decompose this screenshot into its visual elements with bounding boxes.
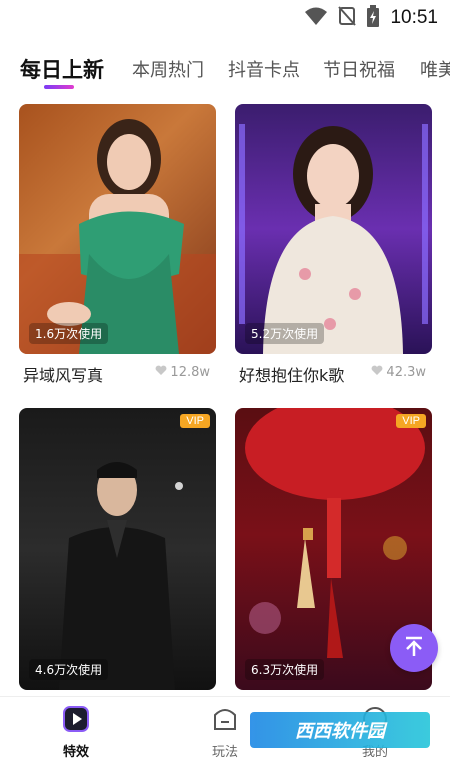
- wifi-icon: [304, 6, 328, 30]
- status-time: 10:51: [390, 7, 438, 28]
- nav-gameplay-label: 玩法: [211, 745, 238, 760]
- smile-box-icon: [211, 709, 239, 737]
- status-bar: 10:51: [0, 0, 450, 36]
- person-photo: [59, 462, 183, 690]
- template-thumbnail[interactable]: VIP 4.6万次使用: [19, 408, 216, 690]
- card-title: 好想抱住你k歌: [239, 366, 345, 385]
- battery-charging-icon: [366, 5, 380, 31]
- back-to-top-button[interactable]: [390, 624, 438, 672]
- site-watermark: 西西软件园: [250, 712, 430, 748]
- usage-count: 6.3万次使用: [245, 659, 325, 680]
- heart-icon: [155, 365, 167, 380]
- signal-off-icon: [338, 6, 357, 30]
- usage-count: 4.6万次使用: [29, 659, 109, 680]
- person-photo: [19, 119, 216, 354]
- like-count-text: 12.8w: [170, 365, 210, 380]
- usage-count: 5.2万次使用: [245, 323, 325, 344]
- template-card[interactable]: 1.6万次使用 异域风写真 12.8w: [19, 104, 216, 389]
- tab-douyin-beat[interactable]: 抖音卡点: [228, 56, 300, 82]
- tab-daily-new[interactable]: 每日上新: [20, 54, 104, 84]
- tab-weekly-hot[interactable]: 本周热门: [132, 56, 204, 82]
- category-tabs: 每日上新 本周热门 抖音卡点 节日祝福 唯美: [0, 50, 450, 96]
- card-title: 异域风写真: [23, 366, 104, 385]
- template-card[interactable]: VIP 4.6万次使用: [19, 408, 216, 690]
- vip-badge: VIP: [180, 414, 210, 428]
- like-count: 12.8w: [155, 365, 210, 380]
- nav-effects[interactable]: 特效: [46, 705, 106, 760]
- template-thumbnail[interactable]: 1.6万次使用: [19, 104, 216, 354]
- status-icons: 10:51: [304, 5, 438, 31]
- heart-icon: [371, 365, 383, 380]
- active-tab-indicator: [44, 85, 74, 89]
- usage-count: 1.6万次使用: [29, 323, 109, 344]
- nav-gameplay[interactable]: 玩法: [195, 705, 255, 760]
- like-count: 42.3w: [371, 365, 426, 380]
- person-photo: [239, 124, 428, 354]
- tab-holiday-wishes[interactable]: 节日祝福: [323, 56, 395, 82]
- play-square-icon: [62, 706, 90, 737]
- arrow-up-icon: [402, 634, 426, 662]
- template-card[interactable]: 5.2万次使用 好想抱住你k歌 42.3w: [235, 104, 432, 389]
- like-count-text: 42.3w: [386, 365, 426, 380]
- template-thumbnail[interactable]: 5.2万次使用: [235, 104, 432, 354]
- tab-aesthetic[interactable]: 唯美: [420, 56, 450, 82]
- nav-effects-label: 特效: [62, 745, 89, 760]
- vip-badge: VIP: [396, 414, 426, 428]
